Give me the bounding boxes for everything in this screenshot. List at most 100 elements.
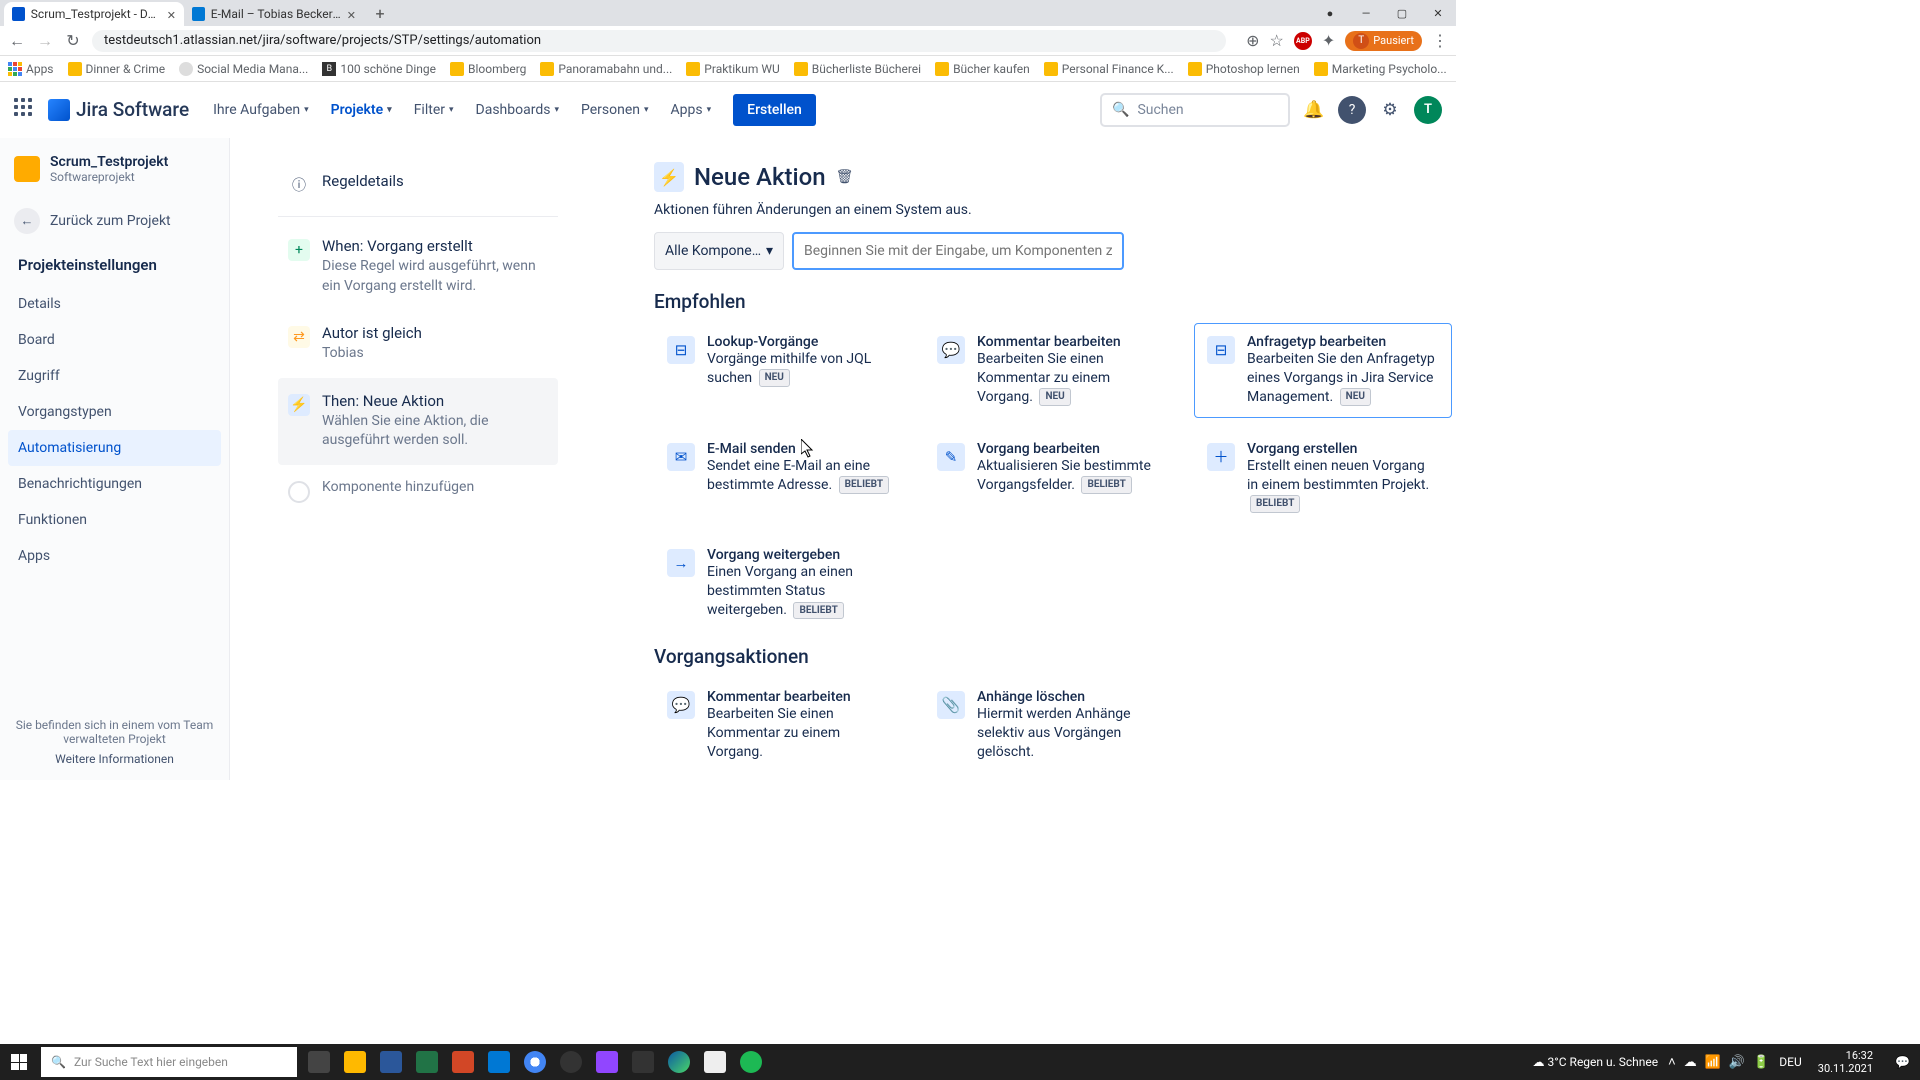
bookmark-item[interactable]: Praktikum WU [686, 62, 779, 76]
app-icon[interactable] [554, 1044, 588, 1080]
onedrive-icon[interactable]: ☁ [1684, 1055, 1697, 1070]
maximize-button[interactable]: ▢ [1384, 0, 1420, 26]
sidebar-item-details[interactable]: Details [0, 286, 229, 322]
explorer-icon[interactable] [338, 1044, 372, 1080]
battery-icon[interactable]: 🔋 [1753, 1055, 1769, 1070]
close-button[interactable]: ✕ [1420, 0, 1456, 26]
bookmark-apps[interactable]: Apps [8, 62, 54, 76]
weather-widget[interactable]: ☁ 3°C Regen u. Schnee [1533, 1055, 1659, 1069]
back-button[interactable]: ← [8, 31, 26, 51]
sidebar-item-apps[interactable]: Apps [0, 538, 229, 574]
nav-projects[interactable]: Projekte▾ [323, 102, 400, 118]
bookmark-item[interactable]: Personal Finance K... [1044, 62, 1174, 76]
language-indicator[interactable]: DEU [1779, 1055, 1801, 1069]
chevron-down-icon: ▾ [644, 105, 649, 115]
volume-icon[interactable]: 🔊 [1729, 1055, 1745, 1070]
more-info-link[interactable]: Weitere Informationen [14, 752, 215, 766]
bookmark-item[interactable]: Bloomberg [450, 62, 526, 76]
abp-extension-icon[interactable]: ABP [1294, 32, 1312, 50]
search-input[interactable]: 🔍 Suchen [1100, 93, 1290, 127]
start-button[interactable] [0, 1044, 38, 1080]
delete-icon[interactable]: 🗑 [836, 169, 854, 185]
bookmark-item[interactable]: Dinner & Crime [68, 62, 166, 76]
bookmark-item[interactable]: Panoramabahn und... [540, 62, 672, 76]
tab-title: Scrum_Testprojekt - Details - Jira [31, 7, 161, 21]
wifi-icon[interactable]: 📶 [1705, 1055, 1721, 1070]
help-icon[interactable]: ? [1338, 96, 1366, 124]
chrome-icon[interactable] [518, 1044, 552, 1080]
taskbar-clock[interactable]: 16:32 30.11.2021 [1812, 1049, 1879, 1075]
notepad-icon[interactable] [698, 1044, 732, 1080]
bookmark-item[interactable]: Bücherliste Bücherei [794, 62, 921, 76]
reload-button[interactable]: ↻ [64, 31, 82, 50]
nav-dashboards[interactable]: Dashboards▾ [468, 102, 567, 118]
component-category-dropdown[interactable]: Alle Komponent... ▾ [654, 232, 784, 270]
spotify-icon[interactable] [734, 1044, 768, 1080]
tray-chevron-icon[interactable]: ˄ [1668, 1054, 1676, 1070]
menu-icon[interactable]: ⋮ [1432, 31, 1448, 50]
bookmark-item[interactable]: Bücher kaufen [935, 62, 1030, 76]
sidebar-item-board[interactable]: Board [0, 322, 229, 358]
close-icon[interactable]: ✕ [347, 9, 356, 19]
action-card-delete-attachments[interactable]: 📎 Anhänge löschenHiermit werden Anhänge … [924, 678, 1182, 773]
sidebar-item-notifications[interactable]: Benachrichtigungen [0, 466, 229, 502]
rule-step-condition[interactable]: ⇄ Autor ist gleich Tobias [278, 310, 558, 378]
sidebar-item-features[interactable]: Funktionen [0, 502, 229, 538]
app-icon[interactable] [590, 1044, 624, 1080]
jira-logo[interactable]: Jira Software [48, 98, 189, 121]
action-card-edit-comment-2[interactable]: 💬 Kommentar bearbeitenBearbeiten Sie ein… [654, 678, 912, 773]
action-card-create-issue[interactable]: ＋ Vorgang erstellenErstellt einen neuen … [1194, 430, 1452, 525]
app-icon[interactable] [626, 1044, 660, 1080]
bookmark-item[interactable]: Social Media Mana... [179, 62, 308, 76]
bookmark-item[interactable]: B100 schöne Dinge [322, 62, 436, 76]
back-to-project[interactable]: ← Zurück zum Projekt [0, 198, 229, 244]
powerpoint-icon[interactable] [446, 1044, 480, 1080]
chevron-down-icon: ▾ [707, 105, 712, 115]
add-component-button[interactable]: Komponente hinzufügen [278, 465, 558, 517]
excel-icon[interactable] [410, 1044, 444, 1080]
extensions-icon[interactable]: ✦ [1322, 31, 1335, 50]
sidebar-item-access[interactable]: Zugriff [0, 358, 229, 394]
taskbar-search[interactable]: 🔍 Zur Suche Text hier eingeben [41, 1047, 297, 1077]
rule-step-action[interactable]: ⚡ Then: Neue Aktion Wählen Sie eine Akti… [278, 378, 558, 465]
close-icon[interactable]: ✕ [167, 9, 176, 19]
action-card-lookup-issues[interactable]: ⊟ Lookup-VorgängeVorgänge mithilfe von J… [654, 323, 912, 418]
action-card-edit-comment[interactable]: 💬 Kommentar bearbeitenBearbeiten Sie ein… [924, 323, 1182, 418]
task-view-icon[interactable] [302, 1044, 336, 1080]
rule-step-when[interactable]: + When: Vorgang erstellt Diese Regel wir… [278, 223, 558, 310]
bookmark-item[interactable]: Marketing Psycholo... [1314, 62, 1447, 76]
action-card-edit-request-type[interactable]: ⊟ Anfragetyp bearbeitenBearbeiten Sie de… [1194, 323, 1452, 418]
create-button[interactable]: Erstellen [733, 94, 816, 126]
settings-dot-icon[interactable]: ● [1312, 0, 1348, 26]
address-bar[interactable]: testdeutsch1.atlassian.net/jira/software… [92, 30, 1226, 52]
minimize-button[interactable]: — [1348, 0, 1384, 26]
forward-button[interactable]: → [36, 31, 54, 51]
nav-people[interactable]: Personen▾ [573, 102, 657, 118]
action-card-send-email[interactable]: ✉ E-Mail sendenSendet eine E-Mail an ein… [654, 430, 912, 525]
rule-details-link[interactable]: ⓘ Regeldetails [278, 158, 558, 210]
sidebar-item-issue-types[interactable]: Vorgangstypen [0, 394, 229, 430]
profile-chip[interactable]: T Pausiert [1345, 31, 1422, 51]
user-avatar[interactable]: T [1414, 96, 1442, 124]
notification-icon[interactable]: 💬 [1889, 1055, 1916, 1069]
action-card-transition-issue[interactable]: → Vorgang weitergebenEinen Vorgang an ei… [654, 536, 912, 631]
nav-apps[interactable]: Apps▾ [663, 102, 720, 118]
search-icon: 🔍 [51, 1055, 66, 1069]
browser-tab-inactive[interactable]: E-Mail – Tobias Becker – Outlook ✕ [184, 2, 364, 26]
notifications-icon[interactable]: 🔔 [1300, 96, 1328, 124]
settings-icon[interactable]: ⚙ [1376, 96, 1404, 124]
mail-icon[interactable] [482, 1044, 516, 1080]
nav-filters[interactable]: Filter▾ [406, 102, 462, 118]
bookmark-star-icon[interactable]: ☆ [1270, 31, 1284, 50]
zoom-icon[interactable]: ⊕ [1246, 31, 1259, 50]
app-switcher-icon[interactable] [14, 98, 38, 122]
word-icon[interactable] [374, 1044, 408, 1080]
edge-icon[interactable] [662, 1044, 696, 1080]
bookmark-item[interactable]: Photoshop lernen [1188, 62, 1300, 76]
action-card-edit-issue[interactable]: ✎ Vorgang bearbeitenAktualisieren Sie be… [924, 430, 1182, 525]
browser-tab-active[interactable]: Scrum_Testprojekt - Details - Jira ✕ [4, 2, 184, 26]
new-tab-button[interactable]: + [370, 3, 390, 23]
nav-your-work[interactable]: Ihre Aufgaben▾ [205, 102, 317, 118]
component-filter-input[interactable] [792, 232, 1124, 270]
sidebar-item-automation[interactable]: Automatisierung [8, 430, 221, 466]
